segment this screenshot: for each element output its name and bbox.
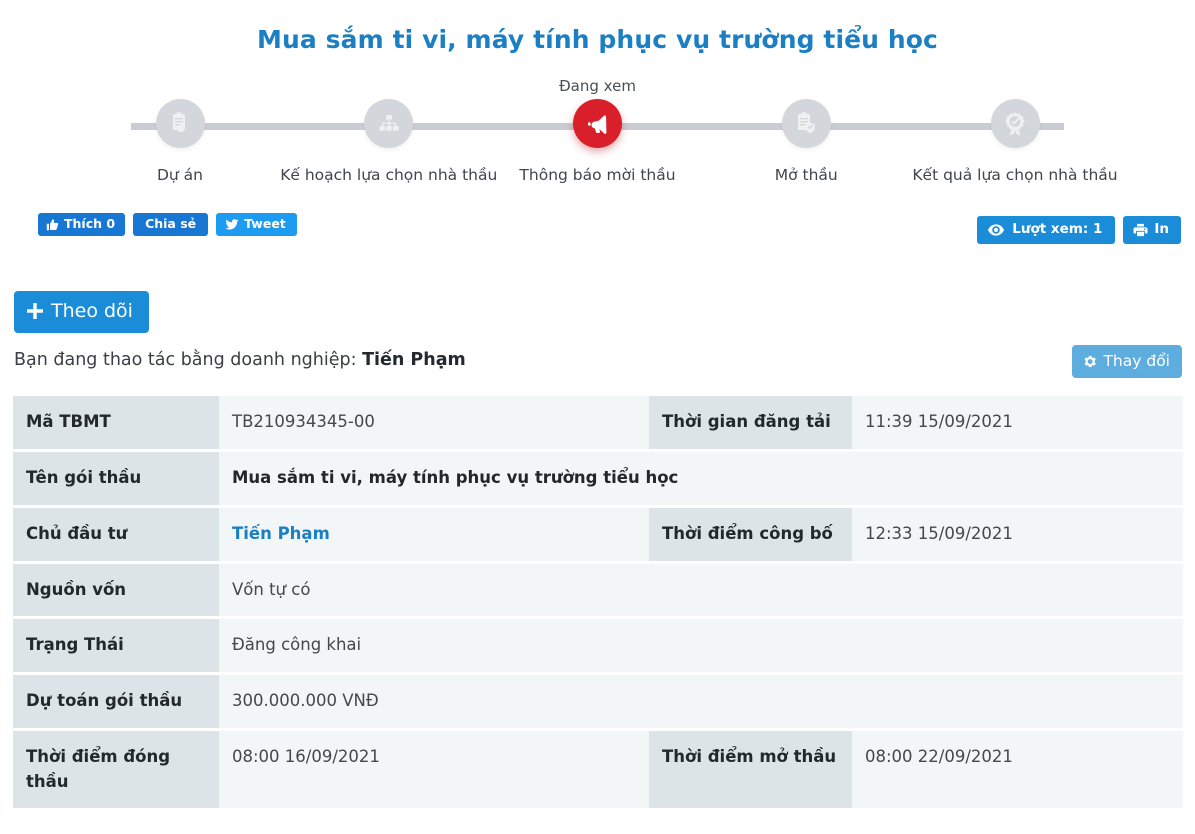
acting-prefix: Bạn đang thao tác bằng doanh nghiệp:	[14, 350, 357, 371]
stepper-current-flag: Đang xem	[559, 77, 636, 96]
step-bubble-ke-hoach	[364, 99, 414, 149]
social-action-bar: Thích 0 Chia sẻ Tweet Lượt xem: 1 In	[0, 211, 1195, 253]
step-bubble-mo-thau	[781, 99, 831, 149]
row-value-thoi-diem-dong-thau: 08:00 16/09/2021	[219, 730, 649, 809]
award-check-icon	[1002, 111, 1028, 137]
print-button[interactable]: In	[1123, 216, 1181, 245]
row-value-nguon-von: Vốn tự có	[219, 563, 1183, 617]
facebook-like-label: Thích 0	[64, 216, 116, 232]
megaphone-icon	[585, 111, 610, 136]
row-value-du-toan-goi-thau: 300.000.000 VNĐ	[219, 675, 1183, 728]
facebook-share-button[interactable]: Chia sẻ	[133, 213, 209, 237]
gear-icon	[1082, 354, 1097, 368]
table-row: Mã TBMT TB210934345-00 Thời gian đăng tả…	[13, 396, 1183, 449]
facebook-share-label: Chia sẻ	[145, 216, 197, 232]
step-bubble-ket-qua	[990, 99, 1040, 149]
row-label-thoi-diem-cong-bo: Thời điểm công bố	[649, 507, 852, 561]
table-row: Dự toán gói thầu 300.000.000 VNĐ	[13, 675, 1183, 728]
row-value-ma-tbmt: TB210934345-00	[219, 396, 649, 449]
printer-icon	[1133, 223, 1148, 237]
row-value-thoi-diem-mo-thau: 08:00 22/09/2021	[852, 730, 1183, 809]
acting-business-row: Bạn đang thao tác bằng doanh nghiệp: Tiế…	[14, 345, 1195, 383]
follow-button[interactable]: Theo dõi	[14, 291, 149, 334]
view-count-button[interactable]: Lượt xem: 1	[977, 216, 1116, 245]
page-meta-buttons-group: Lượt xem: 1 In	[977, 216, 1181, 245]
row-label-nguon-von: Nguồn vốn	[13, 563, 219, 617]
page-title: Mua sắm ti vi, máy tính phục vụ trường t…	[257, 25, 938, 54]
thumbs-up-icon	[46, 218, 59, 231]
step-bubble-thong-bao-moi-thau	[573, 99, 622, 149]
row-label-chu-dau-tu: Chủ đầu tư	[13, 507, 219, 561]
stepper-label-du-an: Dự án	[156, 166, 203, 185]
row-value-ten-goi-thau: Mua sắm ti vi, máy tính phục vụ trường t…	[219, 452, 1183, 505]
stepper-label-ket-qua: Kết quả lựa chọn nhà thầu	[912, 166, 1118, 185]
table-row: Nguồn vốn Vốn tự có	[13, 563, 1183, 617]
change-business-label: Thay đổi	[1103, 352, 1170, 371]
row-label-thoi-diem-mo-thau: Thời điểm mở thầu	[649, 730, 852, 809]
step-bubble-du-an	[155, 99, 205, 149]
social-buttons-group: Thích 0 Chia sẻ Tweet	[38, 213, 297, 237]
acting-business-text: Bạn đang thao tác bằng doanh nghiệp: Tiế…	[14, 350, 466, 370]
twitter-bird-icon	[225, 218, 239, 231]
acting-business-name: Tiến Phạm	[362, 350, 466, 371]
table-row: Chủ đầu tư Tiến Phạm Thời điểm công bố 1…	[13, 507, 1183, 561]
twitter-tweet-button[interactable]: Tweet	[216, 213, 297, 237]
stepper-label-mo-thau: Mở thầu	[774, 166, 838, 185]
stepper-label-ke-hoach: Kế hoạch lựa chọn nhà thầu	[280, 166, 498, 185]
sitemap-icon	[377, 112, 401, 136]
follow-label: Theo dõi	[51, 300, 133, 323]
print-label: In	[1154, 221, 1169, 238]
row-value-chu-dau-tu[interactable]: Tiến Phạm	[219, 507, 649, 561]
eye-icon	[988, 224, 1005, 236]
clipboard-shield-icon	[793, 111, 819, 137]
stepper-step-du-an[interactable]: Dự án	[80, 75, 280, 185]
row-value-thoi-gian-dang-tai: 11:39 15/09/2021	[852, 396, 1183, 449]
row-label-du-toan-goi-thau: Dự toán gói thầu	[13, 675, 219, 728]
row-label-ten-goi-thau: Tên gói thầu	[13, 452, 219, 505]
change-business-button[interactable]: Thay đổi	[1072, 345, 1182, 379]
stepper-step-ket-qua[interactable]: Kết quả lựa chọn nhà thầu	[912, 75, 1118, 185]
row-label-trang-thai: Trạng Thái	[13, 619, 219, 672]
row-label-thoi-gian-dang-tai: Thời gian đăng tải	[649, 396, 852, 449]
row-label-thoi-diem-dong-thau: Thời điểm đóng thầu	[13, 730, 219, 809]
stepper-step-mo-thau[interactable]: Mở thầu	[706, 75, 906, 185]
row-value-thoi-diem-cong-bo: 12:33 15/09/2021	[852, 507, 1183, 561]
plus-icon	[27, 303, 43, 320]
stepper-step-ke-hoach[interactable]: Kế hoạch lựa chọn nhà thầu	[280, 75, 497, 185]
row-label-ma-tbmt: Mã TBMT	[13, 396, 219, 449]
stepper-label-thong-bao-moi-thau: Thông báo mời thầu	[519, 166, 676, 185]
follow-row: Theo dõi	[14, 291, 1195, 334]
tender-info-table: Mã TBMT TB210934345-00 Thời gian đăng tả…	[13, 393, 1183, 811]
table-row: Tên gói thầu Mua sắm ti vi, máy tính phụ…	[13, 452, 1183, 505]
row-value-trang-thai: Đăng công khai	[219, 619, 1183, 672]
table-row: Thời điểm đóng thầu 08:00 16/09/2021 Thờ…	[13, 730, 1183, 809]
clipboard-hand-icon	[167, 111, 193, 137]
view-count-label: Lượt xem: 1	[1012, 221, 1103, 238]
progress-stepper: Dự án Kế hoạch lựa chọn nhà thầu Đang xe…	[0, 75, 1195, 195]
table-row: Trạng Thái Đăng công khai	[13, 619, 1183, 672]
twitter-tweet-label: Tweet	[244, 216, 286, 232]
facebook-like-button[interactable]: Thích 0	[38, 213, 126, 237]
stepper-step-thong-bao-moi-thau[interactable]: Đang xem Thông báo mời thầu	[498, 75, 698, 185]
